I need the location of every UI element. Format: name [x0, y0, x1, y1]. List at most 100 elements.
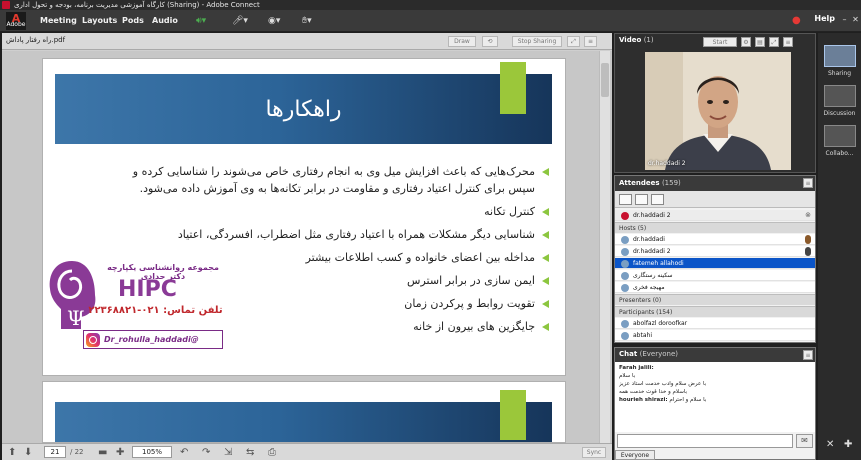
attendees-title: Attendees [619, 179, 660, 187]
host-name: مهیجه فخری [633, 284, 665, 291]
page-down-icon[interactable]: ⬇ [24, 446, 32, 459]
fullscreen-icon[interactable]: ⤢ [567, 36, 580, 47]
layout-collaboration-label[interactable]: Collabo... [818, 150, 861, 157]
vertical-scrollbar[interactable] [599, 51, 610, 443]
host-row[interactable]: dr.haddadi [615, 234, 815, 245]
bullet-item: محرک‌هایی که باعث افزایش میل وی به انجام… [129, 163, 549, 197]
layout-sharing-thumbnail[interactable] [824, 45, 856, 67]
bullet-item: کنترل تکانه [129, 203, 549, 220]
menu-pods[interactable]: Pods [122, 14, 144, 28]
host-name: dr.haddadi [633, 236, 665, 243]
layout-discussion-label[interactable]: Discussion [818, 110, 861, 117]
slide-page: راهکارها محرک‌هایی که باعث افزایش میل وی… [42, 58, 566, 376]
presenters-section-header[interactable]: Presenters (0) [615, 294, 815, 305]
page-number-input[interactable]: 21 [44, 446, 66, 458]
layout-discussion-thumbnail[interactable] [824, 85, 856, 107]
participant-name: abolfazl doroofkar [633, 320, 688, 327]
clear-speaker-icon[interactable]: ⊗ [805, 210, 811, 221]
video-layout-icon[interactable]: ▤ [755, 37, 765, 47]
fit-page-icon[interactable]: ⇆ [246, 446, 254, 459]
chat-message: باسلام و خدا قوت خدمت همه [619, 388, 811, 396]
collapse-icon[interactable]: ✚ [844, 439, 852, 450]
speaker-icon[interactable]: 🔊︎▾ [196, 14, 206, 28]
chat-text: با سلام و احترام [669, 397, 707, 403]
video-settings-icon[interactable]: ⚙ [741, 37, 751, 47]
host-row[interactable]: dr.haddadi 2 [615, 246, 815, 257]
layout-sharing-label[interactable]: Sharing [818, 70, 861, 77]
raise-hand-icon[interactable]: ✋︎▾ [302, 14, 312, 28]
video-pod-title: Video (1) [619, 36, 654, 44]
chat-sender: Farah jalili: [619, 365, 654, 371]
video-pod: Video (1) Start ⚙ ▤ ⤢ ≡ dr.haddadi 2 [614, 33, 816, 173]
instagram-handle: Dr_rohulla_haddadi@ [104, 335, 199, 344]
host-name: سکینه رستگاری [633, 272, 673, 279]
send-message-icon[interactable]: ✉ [796, 434, 813, 448]
scrollbar-thumb[interactable] [601, 63, 609, 97]
list-view-icon[interactable] [619, 194, 632, 205]
layout-collaboration-thumbnail[interactable] [824, 125, 856, 147]
zoom-select[interactable]: 105% [132, 446, 172, 458]
webcam-icon[interactable]: ◉▾ [268, 14, 280, 28]
stop-sharing-button[interactable]: Stop Sharing [512, 36, 562, 47]
user-avatar-icon [621, 272, 629, 280]
expand-icon[interactable]: ✕ [826, 439, 834, 450]
watermark-logo: Ψ مجموعه روانشناسی یکپارچه دکتر حدادی HI… [43, 257, 233, 357]
hosts-section-header[interactable]: Hosts (5) [615, 222, 815, 233]
help-menu[interactable]: Help [814, 14, 835, 23]
speaker-icon [621, 212, 629, 220]
redo-icon[interactable]: ↷ [202, 446, 210, 459]
chat-input[interactable] [617, 434, 793, 448]
breakout-view-icon[interactable] [651, 194, 664, 205]
pod-menu-icon[interactable]: ≡ [584, 36, 597, 47]
status-view-icon[interactable] [635, 194, 648, 205]
user-avatar-icon [621, 332, 629, 340]
video-fullscreen-icon[interactable]: ⤢ [769, 37, 779, 47]
instagram-icon [86, 333, 100, 347]
zoom-out-icon[interactable]: ▬ [98, 446, 107, 459]
participants-section-header[interactable]: Participants (154) [615, 306, 815, 317]
undo-icon[interactable]: ↶ [180, 446, 188, 459]
zoom-in-icon[interactable]: ✚ [116, 446, 124, 459]
chat-message: با سلام [619, 372, 811, 380]
fit-width-icon[interactable]: ⇲ [224, 446, 232, 459]
menu-audio[interactable]: Audio [152, 14, 178, 28]
instagram-handle-box: Dr_rohulla_haddadi@ [83, 330, 223, 349]
host-row[interactable]: سکینه رستگاری [615, 270, 815, 281]
window-title-bar: کارگاه آموزشی مدیریت برنامه، بودجه و تحو… [0, 0, 861, 10]
org-acronym: HIPC [118, 277, 177, 302]
slide-title-banner: راهکارها [55, 74, 552, 144]
share-pod: راه رفتار پاداش.pdf Draw ⟲ Stop Sharing … [2, 33, 612, 460]
minimize-icon[interactable]: – [840, 15, 849, 24]
video-title: Video [619, 36, 642, 44]
attendees-menu-icon[interactable]: ≡ [803, 178, 813, 188]
menu-layouts[interactable]: Layouts [82, 14, 117, 28]
menu-bar: Adobe Meeting Layouts Pods Audio 🔊︎▾ 🎤︎▾… [0, 6, 861, 32]
chat-menu-icon[interactable]: ≡ [803, 350, 813, 360]
page-up-icon[interactable]: ⬆ [8, 446, 16, 459]
host-row-selected[interactable]: fatemeh allahodi [615, 258, 815, 269]
draw-button[interactable]: Draw [448, 36, 476, 47]
participant-row[interactable]: abtahi [615, 330, 815, 341]
hosts-label: Hosts (5) [619, 225, 647, 232]
presenters-label: Presenters (0) [619, 297, 662, 304]
document-name: راه رفتار پاداش.pdf [6, 36, 66, 44]
video-menu-icon[interactable]: ≡ [783, 37, 793, 47]
chat-text: با سلام [619, 373, 636, 379]
sync-view-icon[interactable]: ⟲ [482, 36, 498, 47]
webcam-feed: dr.haddadi 2 [645, 52, 791, 170]
host-row[interactable]: مهیجه فخری [615, 282, 815, 293]
org-phone: تلفن تماس: ۰۲۱-۲۲۳۶۸۸۲۱ [88, 305, 223, 316]
chat-message: با عرض سلام وادب خدمت استاد عزیز [619, 380, 811, 388]
menu-meeting[interactable]: Meeting [40, 14, 77, 28]
sync-button[interactable]: Sync [582, 447, 606, 458]
active-speaker-row[interactable]: dr.haddadi 2 ⊗ [615, 210, 815, 221]
chat-tab-everyone[interactable]: Everyone [615, 450, 655, 460]
layouts-bar: Sharing Discussion Collabo... ✕ ✚ [818, 33, 861, 460]
attendees-count: (159) [661, 179, 681, 187]
start-video-button[interactable]: Start [703, 37, 737, 47]
close-icon[interactable]: ✕ [851, 15, 860, 24]
record-icon[interactable]: ● [792, 14, 801, 28]
participant-row[interactable]: abolfazl doroofkar [615, 318, 815, 329]
print-icon[interactable]: ⎙ [268, 446, 276, 459]
microphone-icon[interactable]: 🎤︎▾ [232, 14, 248, 28]
